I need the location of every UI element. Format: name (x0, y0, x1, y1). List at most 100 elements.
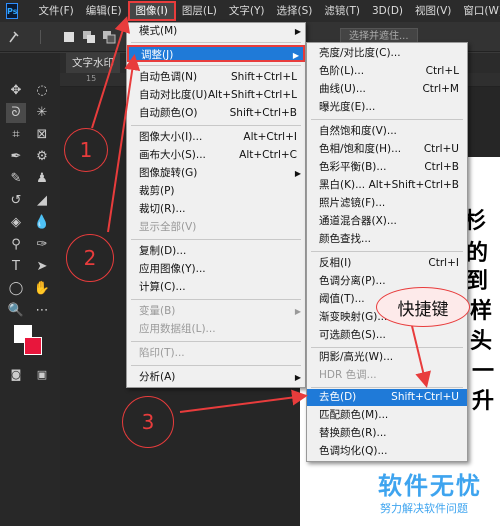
menu-layer[interactable]: 图层(L) (176, 0, 223, 22)
eraser-tool-icon[interactable]: ◢ (32, 191, 52, 211)
separator (311, 119, 463, 120)
dodge-tool-icon[interactable]: ⚲ (6, 235, 26, 255)
separator (131, 239, 301, 240)
pen-tool-icon[interactable]: ✑ (32, 235, 52, 255)
doc-text: 升 (472, 389, 495, 414)
menu-item-channel-mixer[interactable]: 通道混合器(X)... (307, 213, 467, 230)
move-tool-icon[interactable]: ✥ (6, 81, 26, 101)
doc-text: 一 (472, 359, 495, 384)
magic-wand-icon[interactable]: ✳ (32, 103, 52, 123)
path-select-icon[interactable]: ➤ (32, 257, 52, 277)
separator (131, 299, 301, 300)
divider (40, 30, 44, 44)
menu-item-image-rotation[interactable]: 图像旋转(G) ▶ (127, 165, 305, 182)
blur-tool-icon[interactable]: 💧 (32, 213, 52, 233)
menu-item-invert[interactable]: 反相(I) Ctrl+I (307, 255, 467, 272)
menu-item-brightness-contrast[interactable]: 亮度/对比度(C)... (307, 45, 467, 62)
patch-tool-icon[interactable]: ⚙ (32, 147, 52, 167)
menu-item-auto-tone[interactable]: 自动色调(N) Shift+Ctrl+L (127, 69, 305, 86)
watermark-title: 软件无忧 (378, 472, 482, 500)
menu-item-mode[interactable]: 模式(M) ▶ (127, 23, 305, 40)
quick-mask-icon[interactable]: ◙ (6, 365, 26, 385)
menu-edit[interactable]: 编辑(E) (80, 0, 128, 22)
watermark-subtitle: 努力解决软件问题 (380, 502, 468, 515)
frame-tool-icon[interactable]: ⊠ (32, 125, 52, 145)
menu-select[interactable]: 选择(S) (271, 0, 319, 22)
separator (131, 365, 301, 366)
menu-item-reveal-all: 显示全部(V) (139, 221, 197, 233)
watermark-logo: 软件无忧 努力解决软件问题 (372, 466, 500, 526)
menu-item-variables: 变量(B) ▶ (139, 305, 301, 317)
menu-item-levels[interactable]: 色阶(L)... Ctrl+L (307, 63, 467, 80)
menu-item-hdr-toning: HDR 色调... (319, 369, 377, 381)
menu-item-exposure[interactable]: 曝光度(E)... (307, 99, 467, 116)
menu-item-canvas-size[interactable]: 画布大小(S)... Alt+Ctrl+C (127, 147, 305, 164)
subtract-selection-icon[interactable] (102, 30, 116, 44)
image-menu-dropdown: 模式(M) ▶ 调整(J) ▶ 自动色调(N) Shift+Ctrl+L 自动对比度(… (126, 22, 306, 388)
menu-item-auto-color[interactable]: 自动颜色(O) Shift+Ctrl+B (127, 105, 305, 122)
more-tools-icon[interactable]: ⋯ (32, 301, 52, 321)
menu-image[interactable]: 图像(I) (127, 1, 176, 21)
menu-item-posterize[interactable]: 色调分离(P)... (307, 273, 467, 290)
menu-item-equalize[interactable]: 色调均化(Q)... (307, 443, 467, 460)
new-selection-icon[interactable] (62, 30, 76, 44)
separator (311, 347, 463, 348)
separator (131, 341, 301, 342)
zoom-tool-icon[interactable]: 🔍 (6, 301, 26, 321)
crop-tool-icon[interactable]: ⌗ (6, 125, 26, 145)
menu-item-match-color[interactable]: 匹配颜色(M)... (307, 407, 467, 424)
menu-item-analysis[interactable]: 分析(A) ▶ (127, 369, 305, 386)
adjustments-submenu: 亮度/对比度(C)... 色阶(L)... Ctrl+L 曲线(U)... Ctrl… (306, 42, 468, 462)
quick-select-icon[interactable] (8, 30, 22, 44)
marquee-tool-icon[interactable]: ◌ (32, 81, 52, 101)
hand-tool-icon[interactable]: ✋ (32, 279, 52, 299)
screen-mode-icon[interactable]: ▣ (32, 365, 52, 385)
menu-view[interactable]: 视图(V) (409, 0, 457, 22)
lasso-tool-icon[interactable]: ᘐ (6, 103, 26, 123)
eyedropper-icon[interactable]: ✒ (6, 147, 26, 167)
add-selection-icon[interactable] (82, 30, 96, 44)
menu-item-desaturate[interactable]: 去色(D) Shift+Ctrl+U (307, 389, 467, 406)
menu-item-vibrance[interactable]: 自然饱和度(V)... (307, 123, 467, 140)
stamp-tool-icon[interactable]: ♟ (32, 169, 52, 189)
menu-item-adjust[interactable]: 调整(J) ▶ (127, 45, 305, 62)
menu-item-photo-filter[interactable]: 照片滤镜(F)... (307, 195, 467, 212)
menu-item-crop[interactable]: 裁剪(P) (127, 183, 305, 200)
document-tab[interactable]: 文字水印 (66, 53, 120, 73)
separator (311, 387, 463, 388)
ruler-tick: 15 (86, 74, 97, 83)
menu-item-hue-saturation[interactable]: 色相/饱和度(H)... Ctrl+U (307, 141, 467, 158)
tools-panel: ✥ ◌ ᘐ ✳ ⌗ ⊠ ✒ ⚙ ✎ ♟ ↺ ◢ ◈ 💧 ⚲ ✑ T ➤ ◯ ✋ … (0, 53, 60, 526)
doc-text: 头 (470, 329, 493, 354)
separator (131, 65, 301, 66)
ellipse-tool-icon[interactable]: ◯ (6, 279, 26, 299)
menu-item-trim[interactable]: 裁切(R)... (127, 201, 305, 218)
type-tool-icon[interactable]: T (6, 257, 26, 277)
paint-bucket-icon[interactable]: ◈ (6, 213, 26, 233)
menu-item-replace-color[interactable]: 替换颜色(R)... (307, 425, 467, 442)
menu-file[interactable]: 文件(F) (32, 0, 79, 22)
menu-item-curves[interactable]: 曲线(U)... Ctrl+M (307, 81, 467, 98)
menu-item-calculations[interactable]: 计算(C)... (127, 279, 305, 296)
menu-item-shadows-highlights[interactable]: 阴影/高光(W)... (307, 349, 467, 366)
separator (311, 251, 463, 252)
menu-3d[interactable]: 3D(D) (366, 0, 409, 22)
menu-type[interactable]: 文字(Y) (223, 0, 271, 22)
history-brush-icon[interactable]: ↺ (6, 191, 26, 211)
step-3-marker: 3 (122, 396, 174, 448)
step-1-marker: 1 (64, 128, 108, 172)
menu-item-duplicate[interactable]: 复制(D)... (127, 243, 305, 260)
menu-item-trap: 陷印(T)... (139, 347, 185, 359)
menu-item-auto-contrast[interactable]: 自动对比度(U) Alt+Shift+Ctrl+L (127, 87, 305, 104)
menu-filter[interactable]: 滤镜(T) (318, 0, 366, 22)
photoshop-logo: Ps (6, 3, 19, 19)
menu-item-black-white[interactable]: 黑白(K)... Alt+Shift+Ctrl+B (307, 177, 467, 194)
menu-window[interactable]: 窗口(W) (457, 0, 500, 22)
background-color-swatch[interactable] (24, 337, 42, 355)
menu-item-image-size[interactable]: 图像大小(I)... Alt+Ctrl+I (127, 129, 305, 146)
menu-item-selective-color[interactable]: 可选颜色(S)... (307, 327, 467, 344)
menu-item-apply-image[interactable]: 应用图像(Y)... (127, 261, 305, 278)
brush-tool-icon[interactable]: ✎ (6, 169, 26, 189)
menu-item-color-lookup[interactable]: 颜色查找... (307, 231, 467, 248)
menu-item-color-balance[interactable]: 色彩平衡(B)... Ctrl+B (307, 159, 467, 176)
